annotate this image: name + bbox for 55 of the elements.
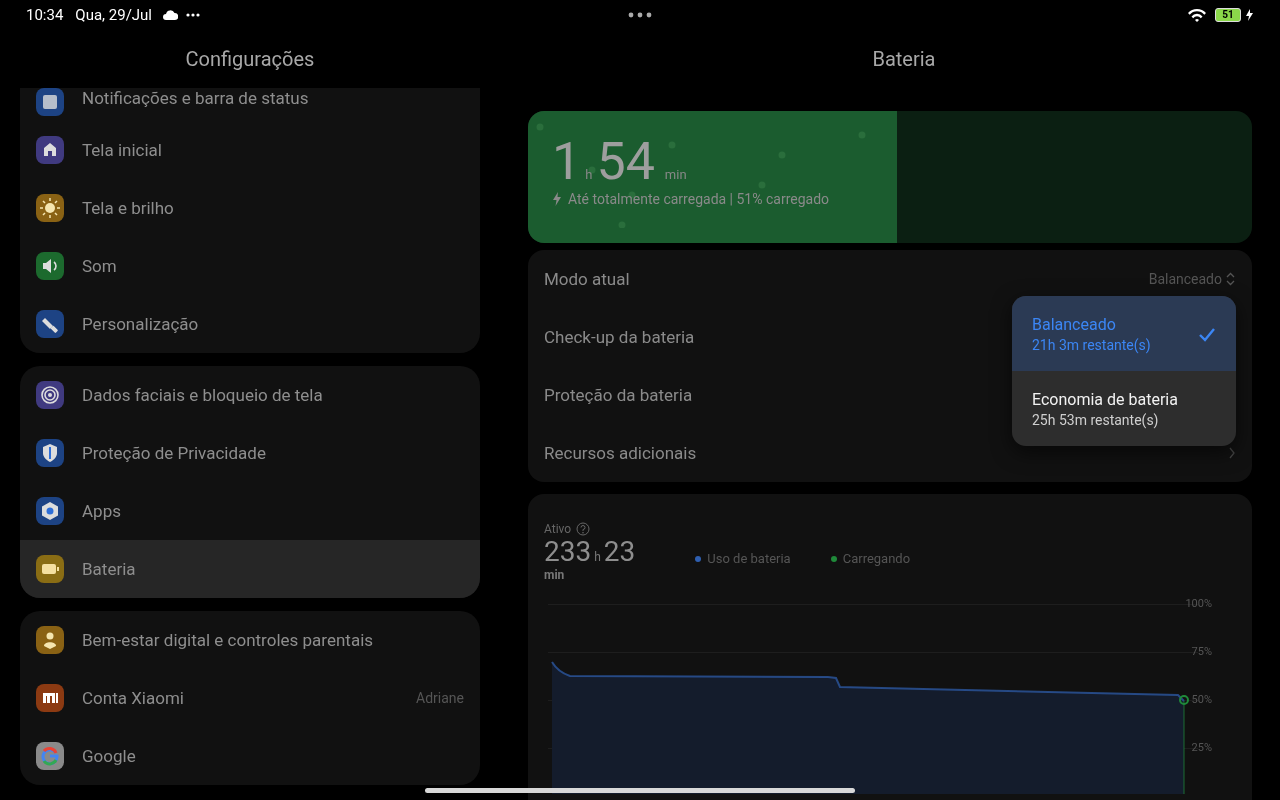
remaining-time: 21h 3m restante(s) — [1032, 336, 1152, 353]
settings-item[interactable]: Notificações e barra de status — [20, 88, 480, 121]
wifi-icon — [1187, 7, 1207, 23]
mode-option[interactable]: Economia de bateria 25h 53m restante(s) — [1012, 371, 1236, 446]
lightning-icon — [552, 192, 562, 206]
axis-label: 50% — [1191, 693, 1212, 706]
cloud-icon — [162, 9, 179, 21]
charging-icon — [1245, 9, 1254, 21]
more-icon — [186, 12, 201, 18]
remaining-time: 25h 53m restante(s) — [1032, 411, 1160, 428]
mode-name: Balanceado — [1032, 314, 1117, 334]
minutes-unit: min — [544, 568, 566, 582]
home-indicator[interactable] — [425, 788, 855, 793]
active-minutes: 23 — [603, 536, 636, 568]
settings-item[interactable]: Dados faciais e bloqueio de tela — [20, 366, 480, 424]
settings-item[interactable]: Tela inicial — [20, 121, 480, 179]
help-icon — [576, 522, 591, 536]
settings-item[interactable]: Bateria — [20, 540, 480, 598]
account-name: Adriane — [416, 690, 464, 706]
battery-percent: 51 — [1222, 9, 1234, 21]
settings-row-label[interactable]: Check-up da bateria — [544, 327, 695, 347]
date: Qua, 29/Jul — [75, 6, 153, 24]
settings-item[interactable]: Proteção de Privacidade — [20, 424, 480, 482]
legend-label: Carregando — [842, 551, 911, 566]
settings-row-label[interactable]: Proteção da bateria — [544, 385, 693, 405]
legend-label: Uso de bateria — [707, 551, 791, 566]
axis-label: 100% — [1185, 597, 1212, 610]
settings-item[interactable]: Apps — [20, 482, 480, 540]
settings-item[interactable]: Tela e brilho — [20, 179, 480, 237]
active-label: Ativo — [544, 522, 572, 536]
settings-item[interactable]: Bem-estar digital e controles parentais — [20, 611, 480, 669]
minutes-unit: min — [664, 167, 687, 182]
settings-row-label[interactable]: Recursos adicionais — [544, 443, 697, 463]
hours-unit: h — [585, 167, 593, 182]
settings-item[interactable]: Som — [20, 237, 480, 295]
settings-item[interactable]: Google — [20, 727, 480, 785]
settings-item[interactable]: Personalização — [20, 295, 480, 353]
mode-name: Economia de bateria — [1032, 389, 1179, 409]
axis-label: 75% — [1191, 645, 1212, 658]
clock: 10:34 — [26, 6, 64, 24]
hours-unit: h — [594, 550, 601, 564]
pane-title: Configurações — [185, 47, 315, 71]
pane-title: Bateria — [872, 47, 936, 71]
active-hours: 233 — [544, 536, 592, 568]
up-down-icon — [1225, 272, 1236, 286]
current-mode-value: Balanceado — [1148, 271, 1222, 287]
charge-time-minutes: 54 — [596, 135, 655, 189]
axis-label: 25% — [1191, 741, 1212, 754]
more-icon — [628, 12, 652, 18]
charge-status: Até totalmente carregada | 51% carregado — [568, 191, 830, 207]
settings-item[interactable]: Conta Xiaomi Adriane — [20, 669, 480, 727]
charge-time-hours: 1 — [552, 135, 582, 189]
mode-option[interactable]: Balanceado 21h 3m restante(s) — [1012, 296, 1236, 371]
chevron-right-icon — [1228, 447, 1236, 459]
settings-row-label[interactable]: Modo atual — [544, 269, 630, 289]
